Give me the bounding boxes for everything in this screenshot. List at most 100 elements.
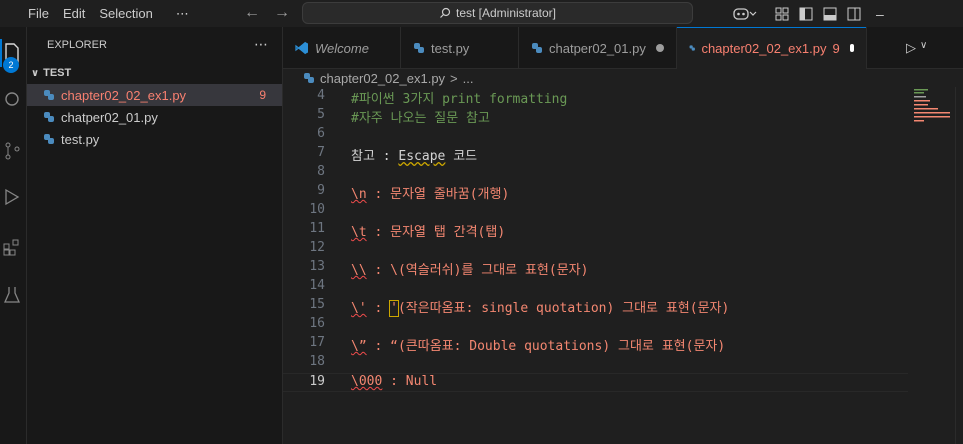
chevron-down-icon[interactable]: ∨ [920,40,927,56]
tab-label: Welcome [315,40,369,56]
code-line: 18 [283,354,908,373]
editor-actions: ▷ ∨ [906,40,927,56]
file-name: chapter02_02_ex1.py [61,87,187,103]
sidebar-header: EXPLORER ⋯ [27,27,282,62]
code-token: \n [351,187,367,202]
window-controls: – [876,0,884,27]
file-name: test.py [61,131,100,147]
code-editor[interactable]: 4 #파이썬 3가지 print formatting 5 #자주 나오는 질문… [283,87,963,444]
code-token: Escape [398,149,446,164]
code-line: 17 \” : “(큰따옴표: Double quotations) 그대로 표… [283,335,908,354]
search-icon[interactable] [0,87,24,111]
folder-name: TEST [43,67,72,79]
menu-selection[interactable]: Selection [92,6,159,21]
code-token: ' [389,300,399,317]
code-text: \t : 문자열 탭 간격(탭) [351,221,505,240]
title-bar: File Edit Selection ⋯ ← → test [Administ… [0,0,963,27]
tab-problem-count: 9 [832,40,840,56]
code-text: \n : 문자열 줄바꿈(개행) [351,183,509,202]
command-center-search[interactable]: test [Administrator] [302,2,693,24]
code-token: : “(큰따옴표: Double quotations) 그대로 표현(문자) [366,339,726,354]
run-debug-icon[interactable] [0,185,24,209]
toggle-panel-icon[interactable] [823,7,837,21]
code-token: (작은따옴표: single quotation) 그대로 표현(문자) [397,301,730,316]
code-token: : 문자열 줄바꿈(개행) [366,187,510,202]
menu-edit[interactable]: Edit [56,6,92,21]
vscode-logo-icon [295,41,308,55]
minimap[interactable] [914,87,954,147]
code-line: 13 \\ : \(역슬러쉬)를 그대로 표현(문자) [283,259,908,278]
file-item[interactable]: chatper02_01.py [27,106,282,128]
source-control-icon[interactable] [0,139,24,163]
back-arrow-icon[interactable]: ← [244,4,260,22]
line-number: 10 [309,202,325,217]
toggle-sidebar-icon[interactable] [799,7,813,21]
code-line: 15 \' : '(작은따옴표: single quotation) 그대로 표… [283,297,908,317]
line-number: 4 [317,88,325,103]
code-line: 8 [283,164,908,183]
code-token: \' [351,301,367,316]
code-token: \\ [351,263,367,278]
menu-more[interactable]: ⋯ [160,6,196,22]
breadcrumb-more[interactable]: ... [463,71,474,86]
code-text: 참고 : Escape 코드 [351,145,477,164]
tab-chatper02-01[interactable]: chatper02_01.py [519,27,677,69]
tab-label: chapter02_02_ex1.py [701,40,827,56]
unsaved-dot-icon[interactable] [655,44,664,52]
code-text: #자주 나오는 질문 참고 [351,111,490,126]
code-line: 5 #자주 나오는 질문 참고 [283,107,908,126]
file-item[interactable]: chapter02_02_ex1.py 9 [27,84,282,106]
python-file-icon [689,45,695,51]
problem-count: 9 [259,88,266,102]
copilot-icon[interactable] [733,6,757,22]
python-file-icon [304,73,314,83]
code-token: \000 [351,374,383,389]
line-number: 6 [317,126,325,141]
code-line: 9 \n : 문자열 줄바꿈(개행) [283,183,908,202]
extensions-icon[interactable] [0,235,24,259]
code-line: 16 [283,316,908,335]
toggle-secondary-sidebar-icon[interactable] [847,7,861,21]
code-line: 12 [283,240,908,259]
chevron-down-icon: ∨ [31,67,40,79]
forward-arrow-icon[interactable]: → [274,4,290,22]
code-line: 10 [283,202,908,221]
tab-chapter02-02-ex1[interactable]: chapter02_02_ex1.py 9 [677,27,867,69]
unsaved-dot-icon[interactable] [849,44,854,52]
python-file-icon [44,134,54,144]
menu-bar: File Edit Selection ⋯ [21,0,196,27]
tab-welcome[interactable]: Welcome [283,27,401,69]
code-token: : [366,301,391,316]
activity-bar: 2 [0,27,27,444]
code-line: 11 \t : 문자열 탭 간격(탭) [283,221,908,240]
sidebar-more-button[interactable]: ⋯ [254,36,268,53]
file-name: chatper02_01.py [61,109,158,125]
tab-test-py[interactable]: test.py [401,27,519,69]
code-line: 14 [283,278,908,297]
menu-file[interactable]: File [21,6,56,21]
file-item[interactable]: test.py [27,128,282,150]
customize-layout-icon[interactable] [775,7,789,21]
tab-label: test.py [431,40,470,56]
explorer-sidebar: EXPLORER ⋯ ∨ TEST chapter02_02_ex1.py 9 … [27,27,283,444]
code-token: \t [351,225,367,240]
search-icon [440,7,451,18]
vertical-scrollbar[interactable] [955,87,963,444]
code-token: 참고 : [351,149,399,164]
python-file-icon [44,112,54,122]
breadcrumb-file[interactable]: chapter02_02_ex1.py [320,71,445,86]
line-number: 5 [317,107,325,122]
code-token: : 문자열 탭 간격(탭) [366,225,506,240]
run-icon[interactable]: ▷ [906,40,916,56]
line-number: 17 [309,335,325,350]
minimize-icon[interactable]: – [876,6,884,22]
code-token: : \(역슬러쉬)를 그대로 표현(문자) [366,263,589,278]
explorer-badge: 2 [3,57,19,73]
python-file-icon [532,43,542,53]
code-text: #파이썬 3가지 print formatting [351,92,568,107]
folder-row[interactable]: ∨ TEST [27,62,282,84]
testing-icon[interactable] [0,283,24,307]
line-number: 11 [309,221,325,236]
code-text: \\ : \(역슬러쉬)를 그대로 표현(문자) [351,259,588,278]
code-token: 코드 [445,149,478,164]
